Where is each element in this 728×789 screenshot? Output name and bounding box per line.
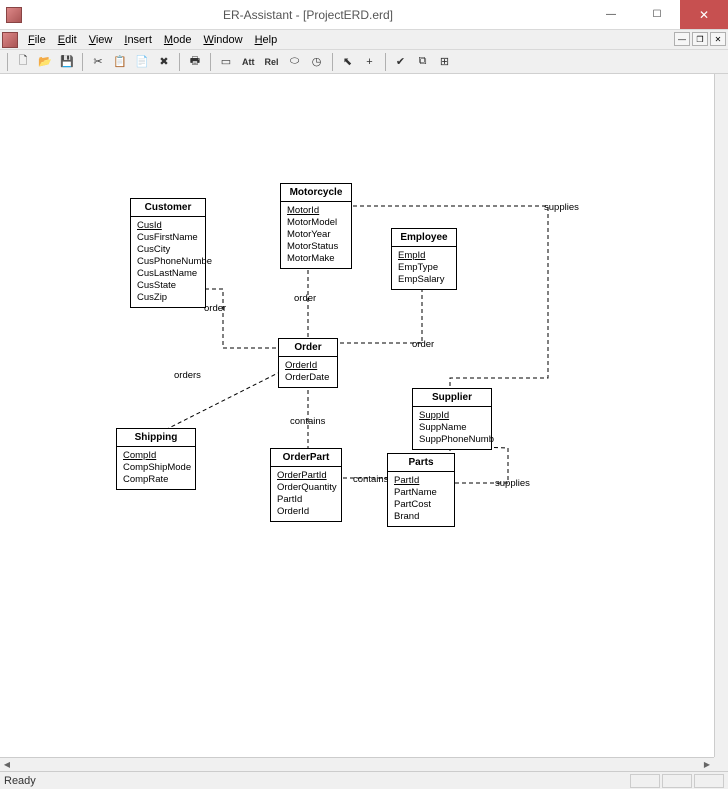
gen-tool-button[interactable]: ⬭ — [285, 52, 305, 72]
horizontal-scrollbar[interactable]: ◀ ▶ — [0, 757, 714, 771]
vertical-scrollbar[interactable] — [714, 74, 728, 757]
mdi-close-button[interactable]: ✕ — [710, 32, 726, 46]
entity-customer[interactable]: Customer CusId CusFirstName CusCity CusP… — [130, 198, 206, 308]
entity-motorcycle[interactable]: Motorcycle MotorId MotorModel MotorYear … — [280, 183, 352, 269]
mdi-minimize-button[interactable]: — — [674, 32, 690, 46]
entity-title: Employee — [392, 229, 456, 247]
entity-tool-button[interactable]: ▭ — [216, 52, 236, 72]
title-bar: ER-Assistant - [ProjectERD.erd] — ☐ ✕ — [0, 0, 728, 30]
mdi-app-icon[interactable] — [2, 32, 18, 48]
new-button[interactable]: 🗋 — [13, 52, 33, 72]
rel-employee-order: order — [412, 339, 434, 350]
toolbar: 🗋 📂 💾 ✂ 📋 📄 ✖ 🖶 ▭ Att Rel ⬭ ◷ ⬉ + ✔ ⧉ ⊞ — [0, 50, 728, 74]
menu-insert[interactable]: Insert — [118, 32, 158, 48]
entity-orderpart[interactable]: OrderPart OrderPartId OrderQuantity Part… — [270, 448, 342, 522]
entity-title: Parts — [388, 454, 454, 472]
status-cell-1 — [630, 774, 660, 788]
entity-employee[interactable]: Employee EmpId EmpType EmpSalary — [391, 228, 457, 290]
rel-motorcycle-supplier: supplies — [544, 202, 579, 213]
status-bar: Ready — [0, 771, 728, 789]
menu-edit[interactable]: Edit — [52, 32, 83, 48]
menu-window[interactable]: Window — [197, 32, 248, 48]
menu-mode[interactable]: Mode — [158, 32, 198, 48]
scroll-right-icon[interactable]: ▶ — [700, 758, 714, 772]
menu-view[interactable]: View — [83, 32, 119, 48]
cut-button[interactable]: ✂ — [88, 52, 108, 72]
rel-customer-order: order — [204, 303, 226, 314]
entity-title: Motorcycle — [281, 184, 351, 202]
copy-button[interactable]: 📋 — [110, 52, 130, 72]
rel-order-orderpart: contains — [290, 416, 325, 427]
attribute-tool-button[interactable]: Att — [238, 52, 259, 72]
open-button[interactable]: 📂 — [35, 52, 55, 72]
entity-attrs: OrderPartId OrderQuantity PartId OrderId — [271, 467, 341, 521]
plus-tool-button[interactable]: + — [360, 52, 380, 72]
scroll-left-icon[interactable]: ◀ — [0, 758, 14, 772]
close-button[interactable]: ✕ — [680, 0, 728, 29]
entity-title: Supplier — [413, 389, 491, 407]
entity-shipping[interactable]: Shipping CompId CompShipMode CompRate — [116, 428, 196, 490]
entity-title: Shipping — [117, 429, 195, 447]
pointer-tool-button[interactable]: ⬉ — [338, 52, 358, 72]
entity-attrs: MotorId MotorModel MotorYear MotorStatus… — [281, 202, 351, 268]
relationship-tool-button[interactable]: Rel — [261, 52, 283, 72]
entity-title: Customer — [131, 199, 205, 217]
relationship-lines — [8, 78, 714, 757]
entity-attrs: CusId CusFirstName CusCity CusPhoneNumbe… — [131, 217, 205, 307]
entity-attrs: CompId CompShipMode CompRate — [117, 447, 195, 489]
rel-shipping-order: orders — [174, 370, 201, 381]
save-button[interactable]: 💾 — [57, 52, 77, 72]
window-title: ER-Assistant - [ProjectERD.erd] — [28, 8, 588, 22]
mdi-restore-button[interactable]: ❐ — [692, 32, 708, 46]
grid-button[interactable]: ⊞ — [435, 52, 455, 72]
menu-bar: File Edit View Insert Mode Window Help —… — [0, 30, 728, 50]
clock-tool-button[interactable]: ◷ — [307, 52, 327, 72]
menu-file[interactable]: File — [22, 32, 52, 48]
entity-supplier[interactable]: Supplier SuppId SuppName SuppPhoneNumb — [412, 388, 492, 450]
status-text: Ready — [4, 775, 36, 787]
entity-title: Order — [279, 339, 337, 357]
rel-parts-supplier: supplies — [495, 478, 530, 489]
menu-help[interactable]: Help — [249, 32, 284, 48]
delete-button[interactable]: ✖ — [154, 52, 174, 72]
entity-attrs: OrderId OrderDate — [279, 357, 337, 387]
entity-parts[interactable]: Parts PartId PartName PartCost Brand — [387, 453, 455, 527]
entity-attrs: PartId PartName PartCost Brand — [388, 472, 454, 526]
diagram-canvas[interactable]: Customer CusId CusFirstName CusCity CusP… — [8, 78, 714, 757]
app-icon — [6, 7, 22, 23]
paste-button[interactable]: 📄 — [132, 52, 152, 72]
entity-order[interactable]: Order OrderId OrderDate — [278, 338, 338, 388]
mdi-controls: — ❐ ✕ — [674, 32, 726, 46]
entity-title: OrderPart — [271, 449, 341, 467]
rel-motorcycle-order: order — [294, 293, 316, 304]
print-button[interactable]: 🖶 — [185, 52, 205, 72]
canvas-area[interactable]: Customer CusId CusFirstName CusCity CusP… — [0, 74, 728, 771]
window-controls: — ☐ ✕ — [588, 0, 728, 29]
entity-attrs: EmpId EmpType EmpSalary — [392, 247, 456, 289]
status-cell-2 — [662, 774, 692, 788]
align-button[interactable]: ⧉ — [413, 52, 433, 72]
rel-orderpart-parts: contains — [353, 474, 388, 485]
scroll-corner — [714, 757, 728, 771]
check-button[interactable]: ✔ — [391, 52, 411, 72]
maximize-button[interactable]: ☐ — [634, 0, 680, 29]
status-cell-3 — [694, 774, 724, 788]
minimize-button[interactable]: — — [588, 0, 634, 29]
entity-attrs: SuppId SuppName SuppPhoneNumb — [413, 407, 491, 449]
